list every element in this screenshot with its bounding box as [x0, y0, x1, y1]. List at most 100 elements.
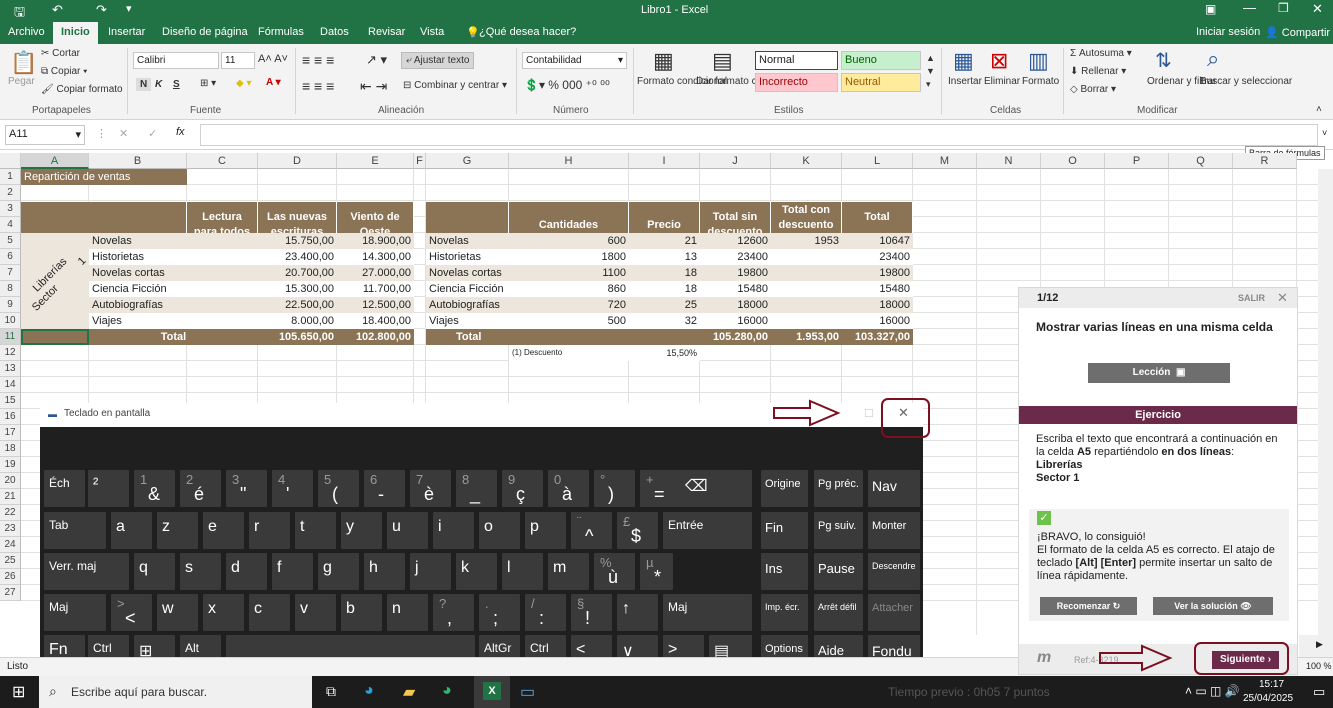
column-header-i[interactable]: I: [629, 153, 700, 169]
key-e[interactable]: e: [203, 512, 244, 549]
left-row-name[interactable]: Viajes: [89, 313, 187, 329]
name-box[interactable]: A11 ▾: [5, 125, 85, 145]
row-header-14[interactable]: 14: [0, 377, 21, 393]
key-symbol4[interactable]: 3 ": [226, 470, 267, 507]
row-header-26[interactable]: 26: [0, 569, 21, 585]
row-header-10[interactable]: 10: [0, 313, 21, 329]
key-d[interactable]: d: [226, 553, 267, 590]
left-total-label[interactable]: Total: [89, 329, 258, 345]
row-header-11[interactable]: 11: [0, 329, 21, 345]
tab-diseno[interactable]: Diseño de página: [162, 26, 248, 38]
key-tab[interactable]: Tab: [44, 512, 106, 549]
row-header-18[interactable]: 18: [0, 441, 21, 457]
key-b[interactable]: b: [341, 594, 382, 631]
right-row-l[interactable]: 16000: [842, 313, 913, 329]
find-select-button[interactable]: Buscar y seleccionar: [1200, 76, 1292, 87]
tab-revisar[interactable]: Revisar: [368, 26, 405, 38]
key-pause[interactable]: Pause: [814, 553, 863, 590]
font-color-icon[interactable]: A ▾: [266, 77, 281, 88]
row-header-1[interactable]: 1: [0, 169, 21, 185]
edge-dev-icon[interactable]: ◕: [442, 682, 452, 700]
right-row-l[interactable]: 19800: [842, 265, 913, 281]
right-row-k[interactable]: [771, 249, 842, 265]
key-c[interactable]: c: [249, 594, 290, 631]
cut-button[interactable]: ✂ Cortar: [41, 48, 80, 59]
ribbon-display-icon[interactable]: ▣: [1205, 2, 1216, 16]
left-row-name[interactable]: Historietas: [89, 249, 187, 265]
right-row-k[interactable]: 1953: [771, 233, 842, 249]
key-symbol8[interactable]: 7è: [410, 470, 451, 507]
key-nav[interactable]: Nav: [868, 470, 920, 507]
wrap-text-button[interactable]: ⤶ Ajustar texto: [401, 52, 475, 69]
selected-cell-a11[interactable]: [21, 329, 89, 345]
key-q[interactable]: q: [134, 553, 175, 590]
right-row-h[interactable]: 860: [509, 281, 629, 297]
row-header-6[interactable]: 6: [0, 249, 21, 265]
key-symbol5[interactable]: 4 ': [272, 470, 313, 507]
right-total-label[interactable]: Total: [426, 329, 700, 345]
column-header-g[interactable]: G: [426, 153, 509, 169]
tab-vista[interactable]: Vista: [420, 26, 444, 38]
maximize-icon[interactable]: ❐: [1278, 1, 1289, 15]
row-header-15[interactable]: 15: [0, 393, 21, 409]
left-row-name[interactable]: Ciencia Ficción: [89, 281, 187, 297]
key-monter[interactable]: Monter: [868, 512, 920, 549]
right-total-k[interactable]: 1.953,00: [771, 329, 842, 345]
right-row-j[interactable]: 15480: [700, 281, 771, 297]
left-row-c[interactable]: [187, 297, 258, 313]
keyboard-app-icon[interactable]: ▭: [520, 682, 535, 702]
tab-archivo[interactable]: Archivo: [8, 26, 45, 38]
right-row-k[interactable]: [771, 265, 842, 281]
formula-input[interactable]: [200, 124, 1318, 146]
left-total-e[interactable]: 102.800,00: [337, 329, 414, 345]
key-symbol11[interactable]: 0à: [548, 470, 589, 507]
left-row-d[interactable]: 20.700,00: [258, 265, 337, 281]
key-symbol13[interactable]: + =: [640, 470, 681, 507]
key-symbol9[interactable]: 8 _: [456, 470, 497, 507]
tell-me-input[interactable]: ¿Qué desea hacer?: [479, 26, 576, 38]
key-g[interactable]: g: [318, 553, 359, 590]
row-header-23[interactable]: 23: [0, 521, 21, 537]
left-row-e[interactable]: 12.500,00: [337, 297, 414, 313]
right-row-name[interactable]: Novelas cortas: [426, 265, 509, 281]
key-symbol12[interactable]: µ *: [640, 553, 673, 590]
key-maj[interactable]: Maj: [44, 594, 106, 631]
right-row-l[interactable]: 15480: [842, 281, 913, 297]
edge-icon[interactable]: ◕: [364, 682, 374, 700]
right-row-k[interactable]: [771, 313, 842, 329]
paste-icon[interactable]: 📋: [10, 50, 37, 76]
enter-formula-icon[interactable]: ✓: [148, 127, 157, 140]
right-row-name[interactable]: Autobiografías: [426, 297, 509, 313]
left-row-c[interactable]: [187, 265, 258, 281]
row-header-25[interactable]: 25: [0, 553, 21, 569]
file-explorer-icon[interactable]: ▰: [403, 682, 415, 702]
left-row-c[interactable]: [187, 249, 258, 265]
right-row-h[interactable]: 720: [509, 297, 629, 313]
key-symbol14[interactable]: ⌫: [680, 470, 752, 507]
left-row-e[interactable]: 18.900,00: [337, 233, 414, 249]
delete-cells-button[interactable]: Eliminar: [984, 76, 1020, 87]
key-symbol12[interactable]: °): [594, 470, 635, 507]
key-entre[interactable]: Entrée: [663, 512, 752, 549]
conditional-format-icon[interactable]: ▦: [653, 48, 674, 74]
zoom-level[interactable]: 100 %: [1306, 661, 1332, 671]
row-header-12[interactable]: 12: [0, 345, 21, 361]
insert-cells-icon[interactable]: ▦: [953, 48, 974, 74]
key-symbol11[interactable]: % ù: [594, 553, 635, 590]
format-cells-icon[interactable]: ▥: [1028, 48, 1049, 74]
minimize-icon[interactable]: —: [1243, 0, 1256, 15]
key-pg-suiv-[interactable]: Pg suiv.: [814, 512, 863, 549]
tab-inicio[interactable]: Inicio: [53, 22, 98, 44]
cancel-formula-icon[interactable]: ✕: [119, 127, 128, 140]
sort-filter-icon[interactable]: ⇅: [1155, 48, 1172, 73]
right-row-name[interactable]: Ciencia Ficción: [426, 281, 509, 297]
key-arr-t-d-fil[interactable]: Arrêt défil: [814, 594, 863, 631]
left-row-d[interactable]: 15.300,00: [258, 281, 337, 297]
taskbar-search[interactable]: ⌕ Escribe aquí para buscar.: [39, 676, 312, 708]
row-header-22[interactable]: 22: [0, 505, 21, 521]
key-m[interactable]: m: [548, 553, 589, 590]
footnote-label[interactable]: (1) Descuento: [509, 345, 629, 361]
left-row-e[interactable]: 18.400,00: [337, 313, 414, 329]
key-symbol12[interactable]: ↑: [617, 594, 658, 631]
lesson-button[interactable]: Lección ▣: [1088, 363, 1230, 383]
